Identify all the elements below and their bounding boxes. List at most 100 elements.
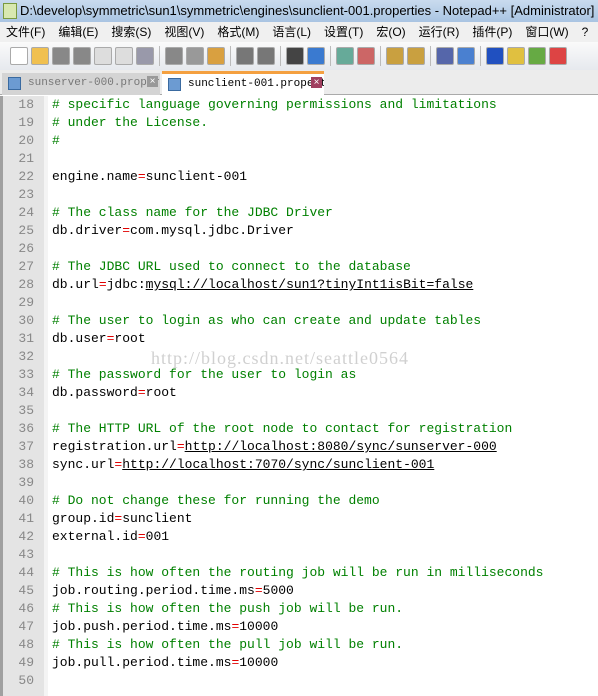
property-value: 10000 <box>239 655 279 670</box>
menu-item[interactable]: ? <box>576 22 595 42</box>
equals-operator: = <box>176 439 185 454</box>
menu-item[interactable]: 格式(M) <box>211 22 265 42</box>
sync-h-icon[interactable] <box>407 47 425 65</box>
property-value: 001 <box>145 529 170 544</box>
line-number: 26 <box>18 241 34 256</box>
save-icon[interactable] <box>52 47 70 65</box>
all-chars-icon[interactable] <box>457 47 475 65</box>
menu-item[interactable]: 插件(P) <box>466 22 518 42</box>
comment: # Do not change these for running the de… <box>52 493 380 508</box>
close-all-icon[interactable] <box>115 47 133 65</box>
line-number: 35 <box>18 403 34 418</box>
line-number: 43 <box>18 547 34 562</box>
line-text: job.pull.period.time.ms=10000 <box>52 654 278 672</box>
menu-item[interactable]: 编辑(E) <box>52 22 104 42</box>
line-number: 34 <box>18 385 34 400</box>
toolbar-separator <box>330 46 331 66</box>
line-text: # The HTTP URL of the root node to conta… <box>52 420 512 438</box>
close-tab-icon[interactable]: × <box>147 76 158 87</box>
line-number: 47 <box>18 619 34 634</box>
line-text: engine.name=sunclient-001 <box>52 168 247 186</box>
tab-sunserver-000[interactable]: sunserver-000.properties× <box>2 73 160 95</box>
property-value: sunclient-001 <box>145 169 248 184</box>
line-number: 49 <box>18 655 34 670</box>
wrap-icon[interactable] <box>436 47 454 65</box>
macro-icon[interactable] <box>507 47 525 65</box>
comment: # The HTTP URL of the root node to conta… <box>52 421 513 436</box>
replace-icon[interactable] <box>307 47 325 65</box>
menu-bar: 文件(F) 编辑(E) 搜索(S) 视图(V) 格式(M) 语言(L) 设置(T) 宏(O) 运… <box>0 22 598 42</box>
line-number: 44 <box>18 565 34 580</box>
find-icon[interactable] <box>286 47 304 65</box>
property-key: external.id <box>52 529 138 544</box>
tab-sunclient-001[interactable]: sunclient-001.properties× <box>162 71 324 95</box>
line-number: 22 <box>18 169 34 184</box>
line-number: 25 <box>18 223 34 238</box>
comment: # This is how often the routing job will… <box>52 565 544 580</box>
redo-icon[interactable] <box>257 47 275 65</box>
save-all-icon[interactable] <box>73 47 91 65</box>
menu-item[interactable]: 窗口(W) <box>519 22 574 42</box>
print-icon[interactable] <box>136 47 154 65</box>
line-text: db.driver=com.mysql.jdbc.Driver <box>52 222 294 240</box>
toolbar-separator <box>480 46 481 66</box>
code-editor[interactable]: http://blog.csdn.net/seattle0564 18 # spe… <box>0 96 598 696</box>
line-text: job.routing.period.time.ms=5000 <box>52 582 294 600</box>
line-number: 38 <box>18 457 34 472</box>
toolbar-separator <box>230 46 231 66</box>
menu-item[interactable]: 搜索(S) <box>105 22 157 42</box>
url-link[interactable]: http://localhost:8080/sync/sunserver-000 <box>185 439 497 454</box>
url-link[interactable]: mysql://localhost/sun1?tinyInt1isBit=fal… <box>146 277 474 292</box>
line-number: 29 <box>18 295 34 310</box>
close-tab-icon[interactable]: × <box>311 77 322 88</box>
window-title: D:\develop\symmetric\sun1\symmetric\engi… <box>20 3 595 18</box>
comment: # This is how often the pull job will be… <box>52 637 404 652</box>
menu-item[interactable]: 运行(R) <box>413 22 466 42</box>
comment: # under the License. <box>52 115 209 130</box>
file-save-icon <box>168 78 181 91</box>
url-link[interactable]: http://localhost:7070/sync/sunclient-001 <box>122 457 434 472</box>
open-icon[interactable] <box>31 47 49 65</box>
zoom-out-icon[interactable] <box>357 47 375 65</box>
map-icon[interactable] <box>528 47 546 65</box>
file-save-icon <box>8 77 21 90</box>
pen-icon[interactable] <box>549 47 567 65</box>
menu-item[interactable]: 视图(V) <box>158 22 210 42</box>
tab-bar: sunserver-000.properties× sunclient-001.… <box>0 70 598 95</box>
indent-guide-icon[interactable] <box>486 47 504 65</box>
property-key: db.password <box>52 385 138 400</box>
line-number: 46 <box>18 601 34 616</box>
menu-item[interactable]: 语言(L) <box>266 22 317 42</box>
line-number: 36 <box>18 421 34 436</box>
undo-icon[interactable] <box>236 47 254 65</box>
cut-icon[interactable] <box>165 47 183 65</box>
line-number: 23 <box>18 187 34 202</box>
close-icon[interactable] <box>94 47 112 65</box>
property-key: registration.url <box>52 439 177 454</box>
line-number: 41 <box>18 511 34 526</box>
equals-operator: = <box>98 277 107 292</box>
property-key: db.url <box>52 277 99 292</box>
copy-icon[interactable] <box>186 47 204 65</box>
menu-item[interactable]: 文件(F) <box>0 22 51 42</box>
line-text: # This is how often the routing job will… <box>52 564 543 582</box>
property-value: 10000 <box>239 619 279 634</box>
line-number: 48 <box>18 637 34 652</box>
notepad-app-icon <box>3 3 17 19</box>
property-key: db.driver <box>52 223 123 238</box>
new-icon[interactable] <box>10 47 28 65</box>
comment: # The class name for the JDBC Driver <box>52 205 333 220</box>
line-text: # under the License. <box>52 114 208 132</box>
paste-icon[interactable] <box>207 47 225 65</box>
sync-v-icon[interactable] <box>386 47 404 65</box>
property-key: engine.name <box>52 169 138 184</box>
line-text: registration.url=http://localhost:8080/s… <box>52 438 497 456</box>
menu-item[interactable]: 宏(O) <box>370 22 411 42</box>
line-text: group.id=sunclient <box>52 510 192 528</box>
menu-item[interactable]: 设置(T) <box>318 22 369 42</box>
property-value: root <box>114 331 146 346</box>
equals-operator: = <box>254 583 263 598</box>
title-bar: D:\develop\symmetric\sun1\symmetric\engi… <box>0 0 598 22</box>
zoom-in-icon[interactable] <box>336 47 354 65</box>
line-number: 27 <box>18 259 34 274</box>
